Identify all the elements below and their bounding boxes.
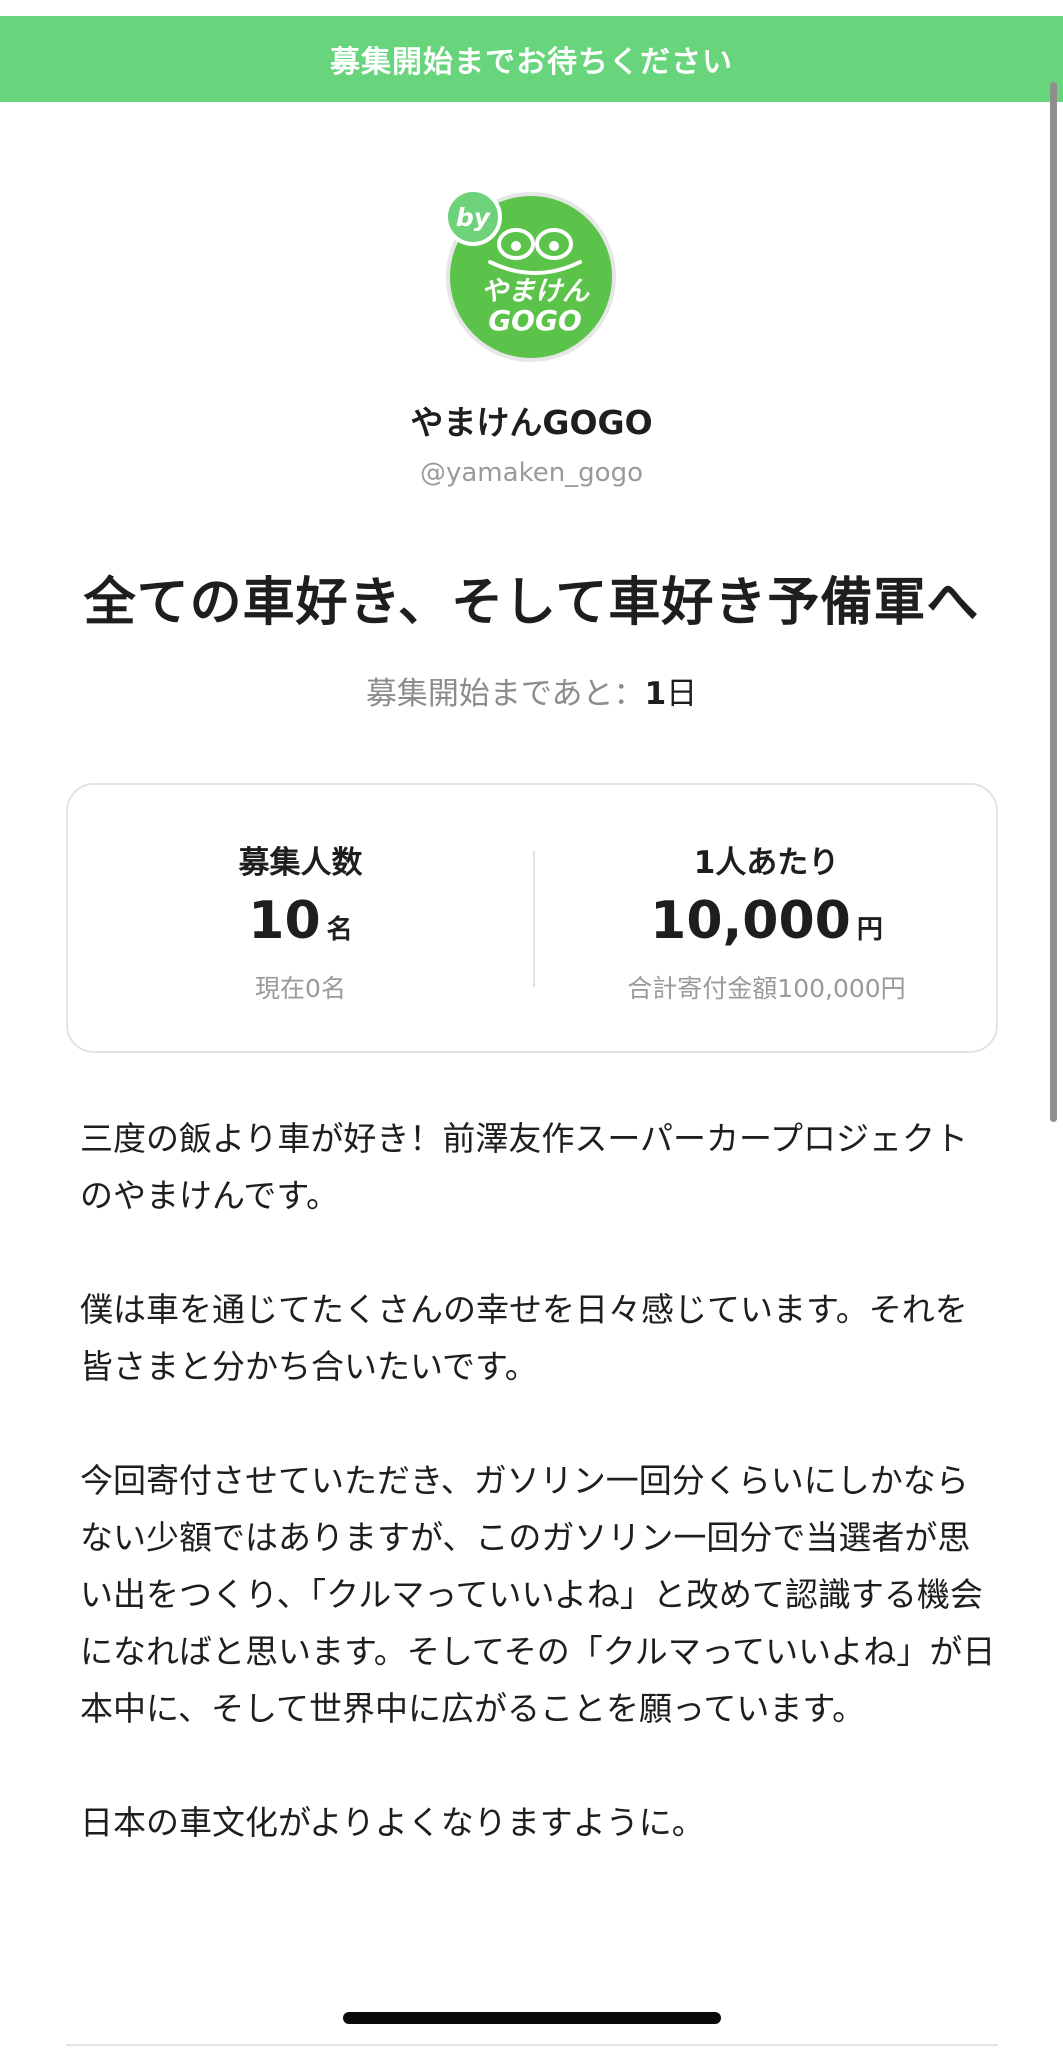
status-banner-text: 募集開始までお待ちください [330, 45, 733, 80]
account-name[interactable]: やまけんGOGO [0, 396, 1063, 444]
description-paragraph: 日本の車文化がよりよくなりますように。 [80, 1803, 705, 1842]
logo-text-line2: GOGO [488, 304, 582, 337]
campaign-description: 三度の飯より車が好き！前澤友作スーパーカープロジェクトのやまけんです。 僕は車を… [80, 1110, 1000, 1908]
stat-total-donation: 合計寄付金額100,000円 [627, 974, 906, 1003]
stat-recruit-label: 募集人数 [238, 845, 363, 881]
stat-recruit-unit: 名 [326, 915, 353, 945]
countdown: 募集開始まであと：1日 [0, 668, 1063, 713]
stats-card: 募集人数 10 名 現在0名 1人あたり 10,000 円 合計寄付金額100,00… [66, 783, 998, 1053]
countdown-value: 1 [644, 676, 667, 712]
stat-recruit-value: 10 名 [68, 891, 533, 951]
stat-per-person-unit: 円 [856, 915, 883, 945]
stat-per-person-number: 10,000 [650, 891, 851, 951]
description-paragraph: 僕は車を通じてたくさんの幸せを日々感じています。それを皆さまと分かち合いたいです… [80, 1290, 968, 1386]
top-spacer [0, 0, 1063, 16]
stat-per-person-value: 10,000 円 [535, 891, 998, 951]
section-divider [66, 2044, 998, 2046]
description-paragraph: 今回寄付させていただき、ガソリン一回分くらいにしかならない少額ではありますが、こ… [80, 1461, 996, 1728]
description-paragraph: 三度の飯より車が好き！前澤友作スーパーカープロジェクトのやまけんです。 [80, 1119, 969, 1215]
account-avatar[interactable]: やまけん GOGO by [444, 188, 616, 362]
stat-per-person-label: 1人あたり [693, 845, 840, 881]
logo-text-line1: やまけん [481, 276, 590, 307]
status-banner: 募集開始までお待ちください [0, 16, 1063, 102]
countdown-prefix: 募集開始まであと： [365, 676, 645, 712]
campaign-title: 全ての車好き、そして車好き予備軍へ [83, 573, 980, 633]
stat-recruit: 募集人数 10 名 現在0名 [68, 785, 533, 1055]
stat-per-person: 1人あたり 10,000 円 合計寄付金額100,000円 [535, 785, 998, 1055]
stat-recruit-current: 現在0名 [255, 974, 346, 1003]
stat-recruit-number: 10 [248, 891, 321, 951]
by-badge: by [444, 188, 502, 246]
countdown-unit: 日 [666, 676, 698, 712]
home-indicator[interactable] [343, 2012, 721, 2024]
account-handle: @yamaken_gogo [419, 458, 643, 488]
